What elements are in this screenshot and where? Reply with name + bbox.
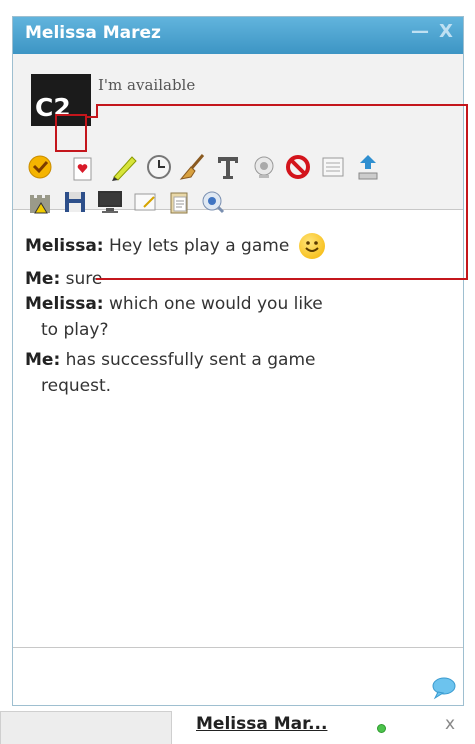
chat-log: Melissa: Hey lets play a game Me: sure M…	[13, 209, 463, 648]
taskbar-close-button[interactable]: x	[445, 714, 455, 734]
window-title: Melissa Marez	[25, 23, 161, 43]
message-text-cont: to play?	[41, 320, 109, 340]
emoticon-icon[interactable]	[25, 152, 55, 182]
notes-icon[interactable]	[318, 152, 348, 182]
block-icon[interactable]	[283, 152, 313, 182]
taskbar-tab-chat[interactable]: Melissa Mar... x	[173, 711, 475, 744]
status-text: I'm available	[98, 76, 196, 94]
webcam-icon[interactable]	[249, 152, 279, 182]
close-button[interactable]: X	[439, 21, 453, 42]
taskbar: Melissa Mar... x	[0, 711, 475, 744]
message-input[interactable]	[13, 648, 463, 706]
game-card-icon[interactable]	[68, 154, 98, 184]
chat-window: Melissa Marez — X C2 I'm available Melis…	[12, 16, 464, 706]
broom-icon[interactable]	[178, 152, 208, 182]
smiley-icon	[298, 233, 325, 259]
taskbar-tab-name[interactable]: Melissa Mar...	[196, 714, 327, 734]
avatar: C2	[31, 74, 91, 126]
chat-message: Melissa: Hey lets play a game	[25, 233, 425, 259]
chat-message: Me: sure	[25, 266, 425, 292]
message-sender: Melissa:	[25, 294, 104, 314]
message-text: has successfully sent a game	[65, 350, 316, 370]
clock-icon[interactable]	[144, 152, 174, 182]
online-status-icon	[377, 724, 386, 733]
upload-icon[interactable]	[353, 152, 383, 182]
message-sender: Melissa:	[25, 236, 104, 256]
message-text: Hey lets play a game	[109, 236, 290, 256]
message-text-cont: request.	[41, 376, 112, 396]
title-bar[interactable]: Melissa Marez — X	[13, 17, 463, 54]
taskbar-tab-empty[interactable]	[0, 711, 172, 744]
chat-bubble-icon[interactable]	[431, 676, 457, 704]
message-sender: Me:	[25, 269, 61, 289]
text-format-icon[interactable]	[213, 152, 243, 182]
message-text: sure	[65, 269, 103, 289]
minimize-button[interactable]: —	[411, 21, 429, 42]
message-text: which one would you like	[109, 294, 323, 314]
message-sender: Me:	[25, 350, 61, 370]
chat-message: Me: has successfully sent a game request…	[25, 347, 425, 399]
pencil-icon[interactable]	[109, 152, 139, 182]
profile-toolbar-panel: C2 I'm available	[13, 54, 463, 214]
chat-message: Melissa: which one would you like to pla…	[25, 291, 425, 343]
